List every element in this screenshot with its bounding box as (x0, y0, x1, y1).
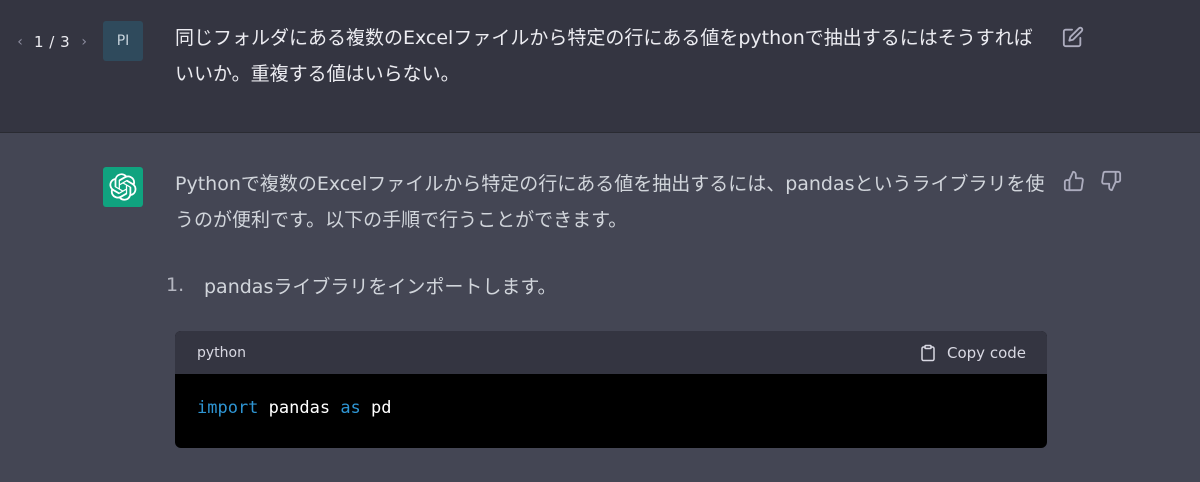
assistant-intro-text: Pythonで複数のExcelファイルから特定の行にある値を抽出するには、pan… (175, 173, 1045, 231)
assistant-avatar (103, 167, 143, 207)
code-alias: pd (360, 398, 392, 418)
code-keyword-as: as (340, 398, 361, 418)
thumbs-up-icon[interactable] (1063, 170, 1085, 192)
assistant-message-row: Pythonで複数のExcelファイルから特定の行にある値を抽出するには、pan… (0, 134, 1200, 482)
user-message-row: ‹ 1 / 3 › PI 同じフォルダにある複数のExcelファイルから特定の行… (0, 0, 1200, 133)
chevron-right-icon[interactable]: › (78, 34, 90, 50)
code-keyword-import: import (197, 398, 259, 418)
openai-logo-icon (109, 173, 137, 201)
chevron-left-icon[interactable]: ‹ (14, 34, 26, 50)
user-avatar: PI (103, 21, 143, 61)
pager-count: 1 / 3 (34, 33, 71, 51)
user-message-text: 同じフォルダにある複数のExcelファイルから特定の行にある値をpythonで抽… (175, 27, 1033, 85)
list-item-number: 1. (166, 274, 185, 296)
thumbs-down-icon[interactable] (1100, 170, 1122, 192)
code-header: python Copy code (175, 331, 1047, 374)
list-item-text: pandasライブラリをインポートします。 (204, 275, 557, 298)
clipboard-icon (921, 344, 935, 361)
edit-icon[interactable] (1062, 26, 1084, 48)
code-body: import pandas as pd (175, 374, 1047, 442)
code-module: pandas (258, 398, 341, 418)
code-block: python Copy code import pandas as pd (175, 331, 1047, 448)
copy-code-button[interactable]: Copy code (919, 344, 1026, 362)
list-item: 1. pandasライブラリをインポートします。 (166, 270, 556, 300)
message-pager: ‹ 1 / 3 › (14, 30, 90, 54)
copy-code-label: Copy code (947, 343, 1026, 362)
code-language-label: python (197, 344, 246, 361)
